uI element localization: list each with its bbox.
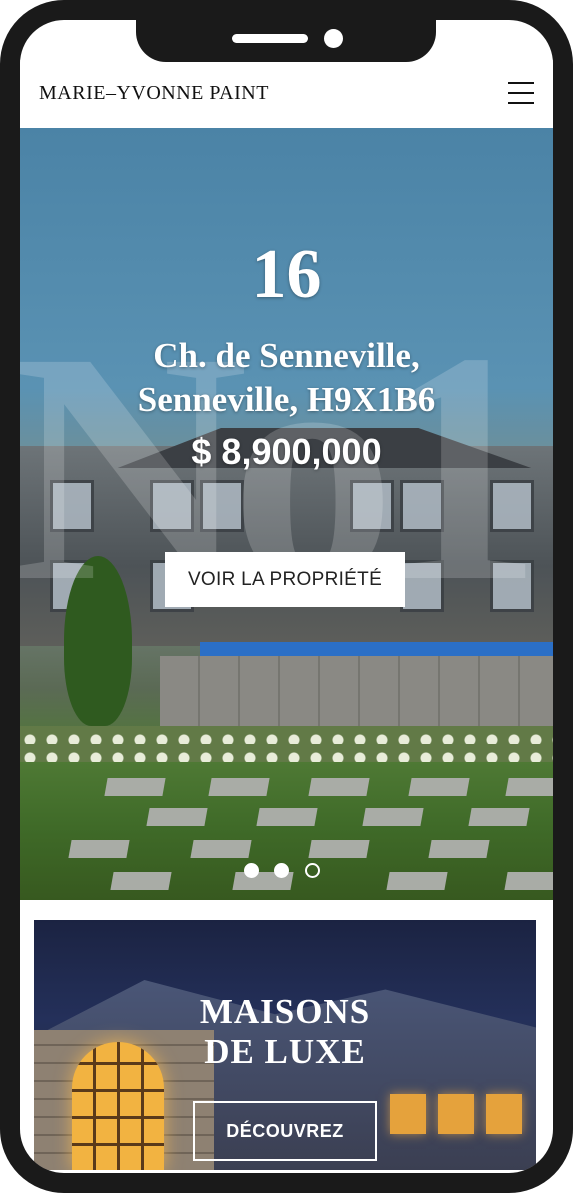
hero-carousel: No1 16 Ch. de Senneville, Senneville, H9… (20, 128, 553, 900)
hero-stone-wall (160, 656, 553, 736)
site-logo[interactable]: MARIE–YVONNE PAINT (39, 82, 269, 105)
luxury-homes-banner[interactable]: MAISONS DE LUXE DÉCOUVREZ (34, 920, 536, 1170)
luxury-homes-title: MAISONS DE LUXE (34, 992, 536, 1072)
hero-hedge (20, 726, 553, 762)
view-property-button[interactable]: VOIR LA PROPRIÉTÉ (165, 552, 405, 607)
site-header: MARIE–YVONNE PAINT (20, 60, 553, 128)
phone-frame: MARIE–YVONNE PAINT No1 16 Ch. de Sennevi… (0, 0, 573, 1193)
hero-address-line2: Senneville, H9X1B6 (137, 380, 436, 419)
hero-address-line1: Ch. de Senneville, (153, 336, 420, 375)
luxury-house-window (486, 1094, 522, 1134)
luxury-title-line1: MAISONS (199, 992, 371, 1031)
carousel-dot-1[interactable] (244, 863, 259, 878)
speaker-icon (232, 34, 308, 43)
carousel-dot-3[interactable] (304, 863, 320, 878)
discover-button[interactable]: DÉCOUVREZ (193, 1101, 377, 1161)
carousel-dots (244, 863, 331, 883)
hero-address: Ch. de Senneville, Senneville, H9X1B6 (20, 334, 553, 422)
hero-street-number: 16 (251, 236, 322, 313)
luxury-house-window (438, 1094, 474, 1134)
hero-price: $ 8,900,000 (191, 431, 382, 472)
luxury-house-window (390, 1094, 426, 1134)
phone-notch (136, 20, 436, 62)
carousel-dot-2[interactable] (274, 863, 290, 878)
luxury-title-line2: DE LUXE (204, 1032, 366, 1071)
hamburger-menu-icon[interactable] (507, 82, 535, 106)
camera-icon (324, 29, 343, 48)
